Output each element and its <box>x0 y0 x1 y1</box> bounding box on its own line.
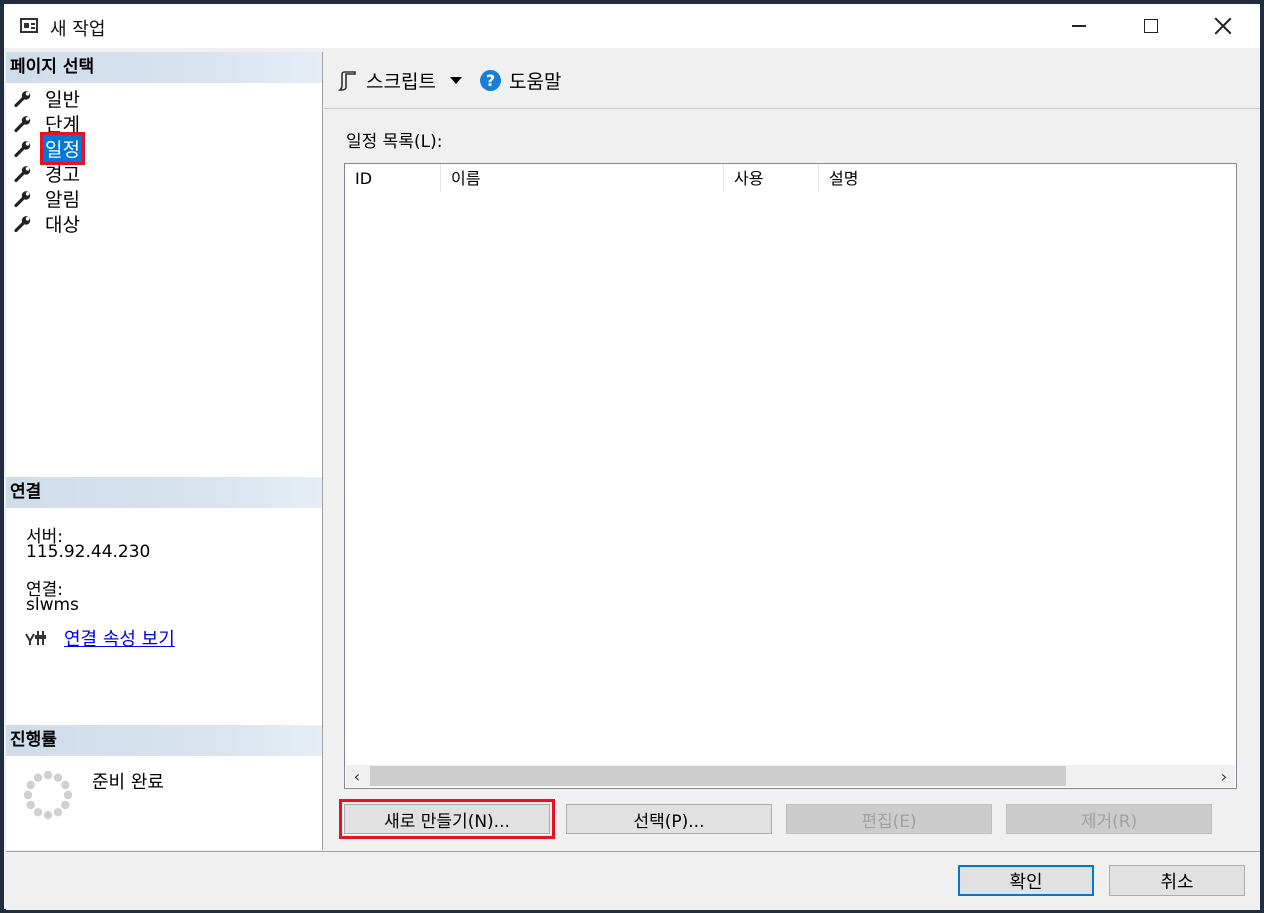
cancel-button[interactable]: 취소 <box>1109 865 1245 896</box>
nav-item-general[interactable]: 일반 <box>14 86 82 111</box>
minimize-icon <box>1072 25 1086 27</box>
maximize-icon <box>1144 19 1158 33</box>
schedule-list[interactable]: ID 이름 사용 설명 ‹ › <box>344 163 1237 789</box>
wrench-icon <box>14 140 31 157</box>
view-connection-link[interactable]: 연결 속성 보기 <box>64 625 175 651</box>
schedule-panel: 일정 목록(L): ID 이름 사용 설명 ‹ › 새로 만들기(N)... 선… <box>324 109 1254 849</box>
scrollbar-thumb[interactable] <box>370 766 1066 786</box>
view-connection-properties[interactable]: 연결 속성 보기 <box>24 625 175 651</box>
script-button[interactable]: 스크립트 <box>338 67 466 94</box>
nav-label-selected: 일정 <box>40 132 85 165</box>
help-icon: ? <box>480 70 501 91</box>
help-label: 도움말 <box>509 71 562 93</box>
new-job-dialog: 새 작업 페이지 선택 일반 단계 일정 경고 알림 대상 연결 서버: 115… <box>4 4 1260 910</box>
nav-label: 경고 <box>45 164 80 186</box>
window-icon <box>20 18 38 33</box>
server-value: 115.92.44.230 <box>26 542 151 562</box>
nav-label: 일반 <box>45 89 80 111</box>
edit-schedule-button[interactable]: 편집(E) <box>786 804 992 834</box>
close-button[interactable] <box>1188 4 1258 48</box>
schedule-list-label: 일정 목록(L): <box>346 132 443 152</box>
chevron-down-icon[interactable] <box>449 77 462 84</box>
pick-schedule-button[interactable]: 선택(P)... <box>566 804 772 834</box>
wrench-icon <box>14 90 31 107</box>
maximize-button[interactable] <box>1116 4 1186 48</box>
progress-spinner-icon <box>23 770 73 820</box>
left-pane: 페이지 선택 일반 단계 일정 경고 알림 대상 연결 서버: 115.92.4… <box>6 52 323 850</box>
remove-schedule-button[interactable]: 제거(R) <box>1006 804 1212 834</box>
progress-status: 준비 완료 <box>92 772 164 793</box>
nav-item-alerts[interactable]: 경고 <box>14 161 82 186</box>
column-header-enabled[interactable]: 사용 <box>724 164 819 192</box>
script-label: 스크립트 <box>366 71 436 93</box>
column-header-description[interactable]: 설명 <box>819 164 1119 192</box>
new-schedule-button[interactable]: 새로 만들기(N)... <box>339 799 555 839</box>
nav-label: 알림 <box>45 189 80 211</box>
column-header-name[interactable]: 이름 <box>441 164 724 192</box>
nav-item-schedules[interactable]: 일정 <box>14 132 85 165</box>
column-header-id[interactable]: ID <box>345 164 441 192</box>
horizontal-scrollbar[interactable]: ‹ › <box>346 765 1235 787</box>
wrench-icon <box>14 215 31 232</box>
page-select-header: 페이지 선택 <box>6 52 322 83</box>
nav-label: 단계 <box>45 114 80 136</box>
nav-label: 대상 <box>45 214 80 236</box>
help-button[interactable]: ? 도움말 <box>480 67 561 94</box>
title-bar: 새 작업 <box>4 4 1260 48</box>
wrench-icon <box>14 115 31 132</box>
nav-item-notifications[interactable]: 알림 <box>14 186 82 211</box>
dialog-button-bar: 확인 취소 <box>6 851 1260 910</box>
connection-header: 연결 <box>6 477 322 508</box>
nav-item-steps[interactable]: 단계 <box>14 111 82 136</box>
scroll-left-icon[interactable]: ‹ <box>346 765 368 787</box>
script-icon <box>338 70 356 91</box>
close-icon <box>1214 17 1232 35</box>
minimize-button[interactable] <box>1044 4 1114 48</box>
connection-value: slwms <box>26 595 79 615</box>
wrench-icon <box>14 165 31 182</box>
progress-header: 진행률 <box>6 725 322 756</box>
connection-icon <box>25 631 46 645</box>
nav-item-targets[interactable]: 대상 <box>14 211 82 236</box>
window-title: 새 작업 <box>50 19 106 40</box>
ok-button[interactable]: 확인 <box>958 865 1094 896</box>
toolbar: 스크립트 ? 도움말 <box>324 52 1260 109</box>
scroll-right-icon[interactable]: › <box>1213 765 1235 787</box>
wrench-icon <box>14 190 31 207</box>
